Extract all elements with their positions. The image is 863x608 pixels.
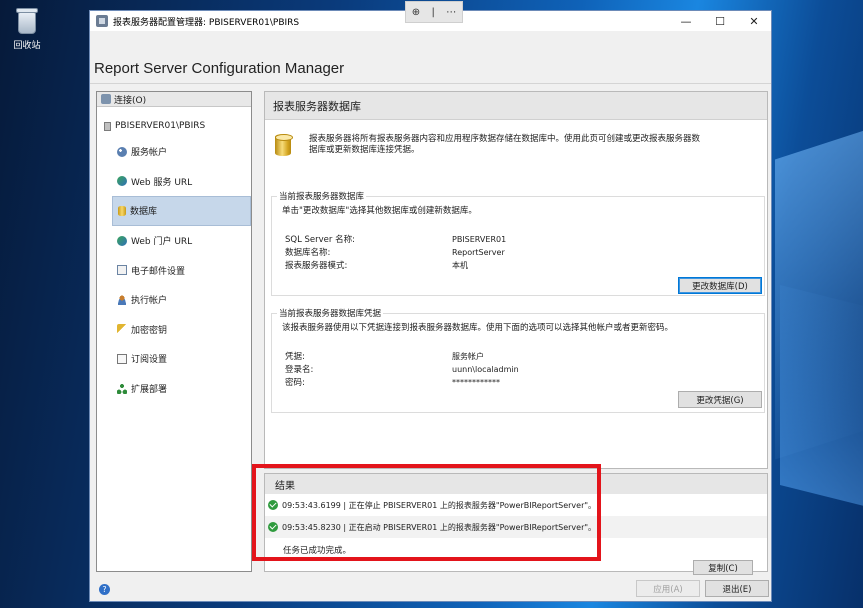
sidebar-item-label: 执行帐户 [131,296,168,307]
exit-button[interactable]: 退出(E) [705,580,769,597]
app-title: Report Server Configuration Manager [94,60,345,77]
field-value: 本机 [452,261,468,270]
execution-account-icon [117,294,127,305]
sidebar-item-label: 订阅设置 [131,355,168,366]
sidebar-item-database[interactable]: 数据库 [112,196,251,226]
apply-button[interactable]: 应用(A) [636,580,700,597]
group-legend: 当前报表服务器数据库凭据 [277,307,384,319]
main-panel: 报表服务器数据库 报表服务器将所有报表服务器内容和应用程序数据存储在数据库中。使… [264,91,768,469]
zoom-icon[interactable]: ⊕ [412,7,420,18]
sidebar-item-label: Web 服务 URL [131,177,193,188]
recycle-bin-label: 回收站 [13,41,41,51]
recycle-bin[interactable]: 回收站 [6,6,48,51]
minimize-button[interactable]: — [669,11,703,31]
connect-label: 连接(O) [114,95,147,106]
database-icon [118,205,126,216]
server-label: PBISERVER01\PBIRS [115,121,206,131]
sidebar-item-label: 电子邮件设置 [131,266,186,277]
sidebar-item-encryption-keys[interactable]: 加密密钥 [97,315,251,345]
more-icon[interactable]: ⋯ [446,7,456,18]
sidebar-item-email-settings[interactable]: 电子邮件设置 [97,255,251,285]
web-service-icon [117,176,127,187]
field-label: 登录名: [285,365,314,375]
database-icon [275,134,293,156]
help-icon[interactable]: ? [99,584,110,595]
connect-button[interactable]: 连接(O) [97,92,251,107]
service-account-icon [117,146,127,157]
header-divider [90,83,771,84]
group-description: 该报表服务器使用以下凭据连接到报表服务器数据库。使用下面的选项可以选择其他帐户或… [282,323,674,333]
remote-toolbar: ⊕ | ⋯ [405,1,463,23]
copy-button[interactable]: 复制(C) [693,560,753,575]
results-highlight-box [252,464,601,561]
field-value: PBISERVER01 [452,235,507,244]
field-label: 凭据: [285,352,305,362]
sidebar-item-web-service-url[interactable]: Web 服务 URL [97,167,251,197]
change-database-button[interactable]: 更改数据库(D) [678,277,762,294]
subscription-icon [117,353,127,364]
app-header: Report Server Configuration Manager [90,31,771,83]
sidebar-item-execution-account[interactable]: 执行帐户 [97,285,251,315]
web-portal-icon [117,235,127,246]
sidebar-item-label: 加密密钥 [131,325,168,336]
page-title: 报表服务器数据库 [265,92,767,120]
current-database-group: 当前报表服务器数据库 单击"更改数据库"选择其他数据库或创建新数据库。 SQL … [271,190,765,296]
sidebar-item-label: Web 门户 URL [131,237,193,248]
field-value: uunn\localadmin [452,365,519,374]
title-bar[interactable]: 报表服务器配置管理器: PBISERVER01\PBIRS ⊕ | ⋯ — ☐ … [90,1,771,31]
field-value: 服务帐户 [452,352,484,361]
sidebar: 连接(O) PBISERVER01\PBIRS 服务帐户 Web 服务 URL … [96,91,252,572]
window-title: 报表服务器配置管理器: PBISERVER01\PBIRS [113,17,300,28]
field-label: 密码: [285,378,305,388]
group-description: 单击"更改数据库"选择其他数据库或创建新数据库。 [282,206,477,216]
intro-line: 报表服务器将所有报表服务器内容和应用程序数据存储在数据库中。使用此页可创建或更改… [309,134,701,144]
change-credentials-button[interactable]: 更改凭据(G) [678,391,762,408]
encryption-key-icon [117,324,127,335]
sidebar-item-service-account[interactable]: 服务帐户 [97,137,251,167]
field-value: ************ [452,378,500,387]
intro: 报表服务器将所有报表服务器内容和应用程序数据存储在数据库中。使用此页可创建或更改… [265,120,767,156]
intro-line: 据库或更新数据库连接凭据。 [309,145,420,155]
field-value: ReportServer [452,248,505,257]
sidebar-item-web-portal-url[interactable]: Web 门户 URL [97,226,251,256]
sidebar-server-node[interactable]: PBISERVER01\PBIRS [97,107,251,137]
server-icon [104,121,111,131]
app-icon [96,15,108,27]
sidebar-item-label: 数据库 [130,207,158,218]
sidebar-item-label: 服务帐户 [131,148,168,159]
field-label: 报表服务器模式: [285,261,348,271]
group-legend: 当前报表服务器数据库 [277,190,367,202]
sidebar-item-scale-out[interactable]: 扩展部署 [97,374,251,404]
maximize-button[interactable]: ☐ [703,11,737,31]
toolbar-separator: | [431,6,435,18]
sidebar-item-subscription-settings[interactable]: 订阅设置 [97,344,251,374]
database-credentials-group: 当前报表服务器数据库凭据 该报表服务器使用以下凭据连接到报表服务器数据库。使用下… [271,307,765,413]
wallpaper-light-beam [780,285,863,515]
close-button[interactable]: ✕ [737,11,771,31]
email-icon [117,265,127,276]
scale-out-icon [117,383,127,394]
intro-text: 报表服务器将所有报表服务器内容和应用程序数据存储在数据库中。使用此页可创建或更改… [309,134,729,156]
sidebar-item-label: 扩展部署 [131,385,168,396]
field-label: 数据库名称: [285,248,331,258]
field-label: SQL Server 名称: [285,235,355,245]
connect-icon [101,94,111,104]
recycle-bin-icon [14,6,40,36]
